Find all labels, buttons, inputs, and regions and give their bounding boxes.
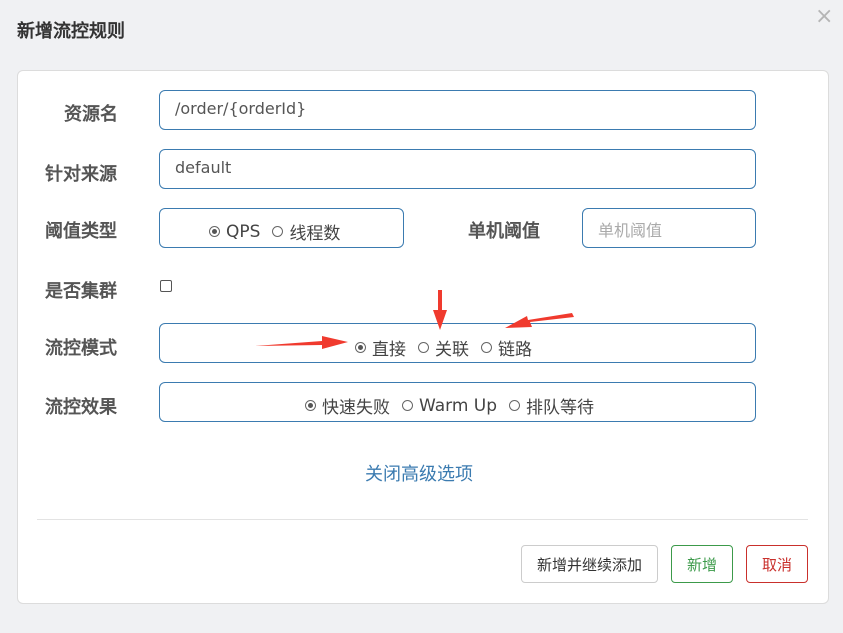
single-threshold-label: 单机阈值 <box>468 221 540 242</box>
cluster-checkbox[interactable] <box>160 280 172 292</box>
flow-mode-chain[interactable]: 链路 <box>481 335 532 360</box>
option-chain-label: 链路 <box>498 340 532 360</box>
resource-value: /order/{orderId} <box>175 99 307 118</box>
flow-effect-options: 快速失败 Warm Up 排队等待 <box>305 393 606 418</box>
threshold-type-thread[interactable]: 线程数 <box>272 219 340 244</box>
radio-direct[interactable] <box>355 342 366 353</box>
source-label: 针对来源 <box>45 164 117 185</box>
option-relate-label: 关联 <box>435 340 469 360</box>
radio-qps[interactable] <box>209 226 220 237</box>
radio-thread[interactable] <box>272 226 284 237</box>
threshold-type-options: QPS 线程数 <box>209 219 352 244</box>
option-fail-fast-label: 快速失败 <box>322 398 390 418</box>
resource-label: 资源名 <box>64 104 118 125</box>
add-button[interactable]: 新增 <box>671 545 733 583</box>
flow-mode-options: 直接 关联 链路 <box>355 335 544 360</box>
flow-mode-direct[interactable]: 直接 <box>355 335 406 360</box>
cluster-label: 是否集群 <box>45 281 117 302</box>
flow-effect-queue[interactable]: 排队等待 <box>509 393 594 418</box>
option-queue-label: 排队等待 <box>526 398 595 418</box>
radio-chain[interactable] <box>481 342 492 353</box>
threshold-type-label: 阈值类型 <box>45 221 117 242</box>
close-advanced-link[interactable]: 关闭高级选项 <box>365 460 473 486</box>
option-thread-label: 线程数 <box>289 224 341 244</box>
single-threshold-placeholder: 单机阈值 <box>598 221 663 240</box>
cancel-button[interactable]: 取消 <box>746 545 808 583</box>
flow-mode-relate[interactable]: 关联 <box>418 335 469 360</box>
option-qps-label: QPS <box>226 221 261 242</box>
radio-warm-up[interactable] <box>402 400 413 411</box>
threshold-type-qps[interactable]: QPS <box>209 222 260 242</box>
flow-effect-warm-up[interactable]: Warm Up <box>402 396 497 416</box>
source-value: default <box>175 158 232 177</box>
radio-fail-fast[interactable] <box>305 400 316 411</box>
footer-divider <box>37 519 808 520</box>
option-direct-label: 直接 <box>372 340 406 360</box>
resource-input[interactable]: /order/{orderId} <box>159 90 756 130</box>
add-continue-button[interactable]: 新增并继续添加 <box>521 545 658 583</box>
flow-effect-fail-fast[interactable]: 快速失败 <box>305 393 390 418</box>
single-threshold-input[interactable]: 单机阈值 <box>582 208 756 248</box>
close-icon[interactable]: × <box>815 4 833 29</box>
source-input[interactable]: default <box>159 149 756 189</box>
radio-queue[interactable] <box>509 400 521 411</box>
dialog-title: 新增流控规则 <box>17 21 125 42</box>
option-warm-up-label: Warm Up <box>419 395 498 416</box>
flow-mode-label: 流控模式 <box>45 338 117 359</box>
flow-effect-label: 流控效果 <box>45 397 117 418</box>
radio-relate[interactable] <box>418 342 429 353</box>
